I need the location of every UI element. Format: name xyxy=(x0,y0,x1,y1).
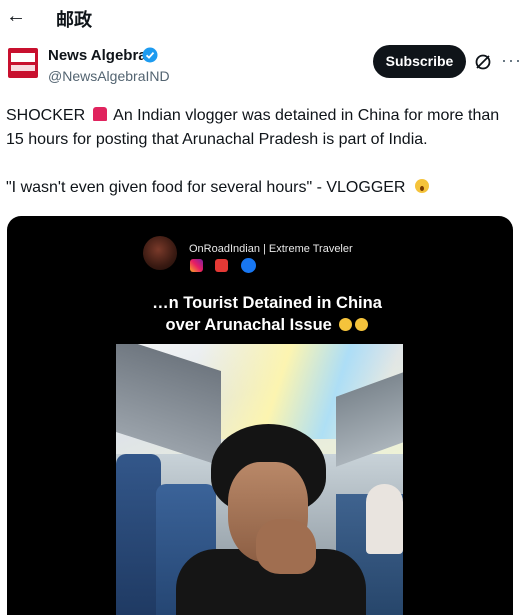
video-title-line2-wrap: over Arunachal Issue xyxy=(117,314,417,336)
avatar[interactable] xyxy=(8,48,38,78)
video-media[interactable]: OnRoadIndian | Extreme Traveler …n Touri… xyxy=(7,216,513,615)
top-bar: ← 邮政 xyxy=(0,0,528,36)
video-title-line2: over Arunachal Issue xyxy=(165,316,332,334)
video-title-line1: …n Tourist Detained in China xyxy=(152,294,382,312)
crying-emoji-icon xyxy=(339,318,353,331)
siren-emoji xyxy=(92,107,107,121)
more-icon[interactable]: ··· xyxy=(501,50,522,71)
grok-icon[interactable] xyxy=(474,53,492,71)
author-name[interactable]: News Algebra xyxy=(48,47,147,64)
social-icons xyxy=(190,257,264,275)
person-hand xyxy=(256,519,316,574)
crying-emoji-icon xyxy=(355,318,369,331)
passenger-right xyxy=(366,484,403,554)
scream-emoji xyxy=(414,179,429,193)
seat-left xyxy=(116,454,161,615)
channel-avatar xyxy=(143,236,177,270)
page-title: 邮政 xyxy=(56,10,92,31)
post-text-line1: SHOCKER An Indian vlogger was detained i… xyxy=(6,104,520,152)
facebook-icon xyxy=(240,258,256,274)
text-shocker: SHOCKER xyxy=(6,107,86,124)
video-frame[interactable] xyxy=(116,344,403,615)
post-text-line2: "I wasn't even given food for several ho… xyxy=(6,176,520,200)
verified-badge-icon xyxy=(142,47,158,63)
post-author: News Algebra @NewsAlgebraIND Subscribe ·… xyxy=(8,44,522,88)
text-quote: "I wasn't even given food for several ho… xyxy=(6,179,406,196)
channel-name: OnRoadIndian | Extreme Traveler xyxy=(189,243,353,255)
subscribe-button[interactable]: Subscribe xyxy=(373,45,466,78)
post-text: SHOCKER An Indian vlogger was detained i… xyxy=(6,104,520,200)
avatar-logo-top xyxy=(11,53,35,62)
back-arrow-icon[interactable]: ← xyxy=(6,4,26,28)
video-title: …n Tourist Detained in China over Arunac… xyxy=(117,292,417,336)
instagram-icon xyxy=(190,259,203,273)
author-handle[interactable]: @NewsAlgebraIND xyxy=(48,68,170,84)
youtube-icon xyxy=(215,259,229,273)
avatar-logo-bottom xyxy=(11,65,35,71)
